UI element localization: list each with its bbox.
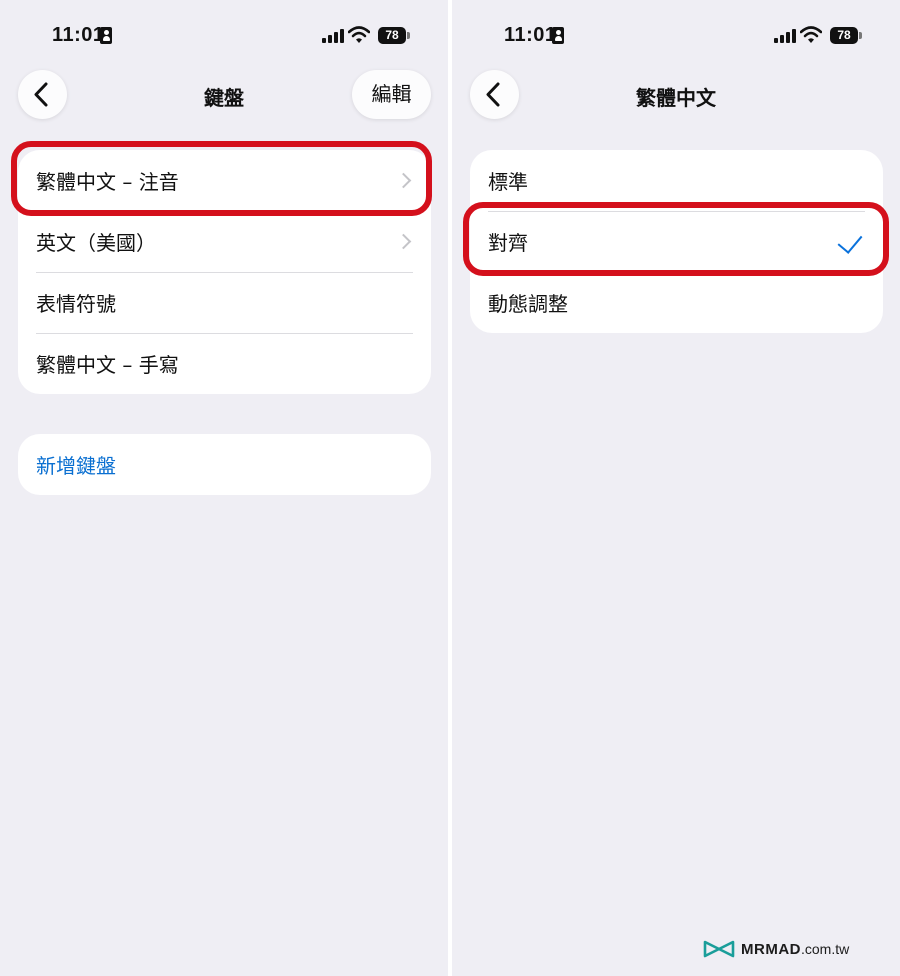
watermark: MRMAD .com.tw — [703, 936, 849, 962]
battery-icon: 78 — [830, 27, 858, 44]
cellular-signal-icon — [774, 29, 796, 43]
keyboard-label: 繁體中文 – 手寫 — [36, 353, 179, 377]
keyboard-label: 英文（美國） — [36, 231, 156, 255]
watermark-domain: .com.tw — [801, 941, 850, 957]
focus-person-icon — [100, 27, 112, 44]
add-keyboard-button[interactable]: 新增鍵盤 — [18, 434, 431, 495]
status-bar: 11:01 78 — [452, 0, 900, 60]
keyboard-row-handwriting[interactable]: 繁體中文 – 手寫 — [18, 333, 431, 394]
option-row-dynamic[interactable]: 動態調整 — [470, 272, 883, 333]
wifi-icon — [348, 26, 370, 43]
watermark-brand: MRMAD — [741, 940, 801, 958]
edit-button[interactable]: 編輯 — [352, 70, 431, 119]
option-label: 標準 — [488, 170, 528, 194]
battery-icon: 78 — [378, 27, 406, 44]
wifi-icon — [800, 26, 822, 43]
keyboard-row-emoji[interactable]: 表情符號 — [18, 272, 431, 333]
keyboard-row-english-us[interactable]: 英文（美國） — [18, 211, 431, 272]
focus-person-icon — [552, 27, 564, 44]
status-bar: 11:01 78 — [0, 0, 448, 60]
mrmad-logo-icon — [703, 940, 735, 958]
highlight-box — [11, 141, 432, 216]
chevron-right-icon — [395, 233, 412, 249]
highlight-box — [463, 202, 889, 276]
keyboard-label: 表情符號 — [36, 292, 116, 316]
status-time: 11:01 — [52, 24, 105, 46]
option-label: 動態調整 — [488, 292, 568, 316]
add-keyboard-group: 新增鍵盤 — [18, 434, 431, 495]
chinese-keyboard-screen: 11:01 78 繁體中文 標準 對齊 動態調整 — [452, 0, 900, 976]
page-title: 繁體中文 — [636, 86, 716, 110]
status-time: 11:01 — [504, 24, 557, 46]
battery-cap — [859, 32, 862, 39]
keyboards-screen: 11:01 78 鍵盤 編輯 繁體中文 – 注音 英文（美國） 表情符號 繁體中… — [0, 0, 448, 976]
battery-cap — [407, 32, 410, 39]
cellular-signal-icon — [322, 29, 344, 43]
